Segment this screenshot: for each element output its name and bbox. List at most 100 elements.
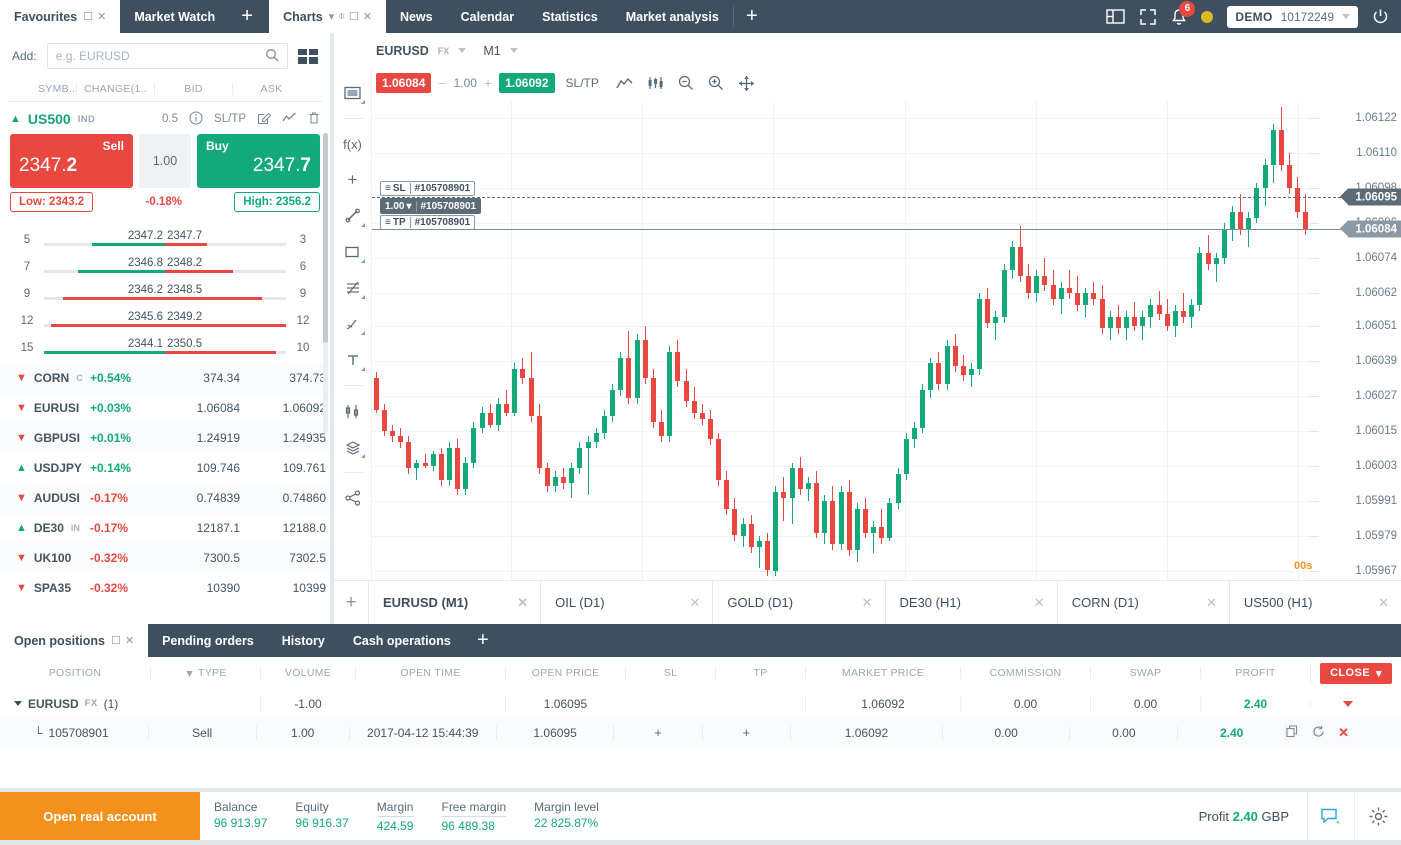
sltp-button[interactable]: SL/TP bbox=[214, 113, 246, 125]
add-sl-icon[interactable]: + bbox=[654, 725, 662, 740]
symbol-bid[interactable]: 109.746 bbox=[152, 461, 240, 475]
text-tool-icon[interactable] bbox=[342, 349, 364, 371]
add-positions-tab-button[interactable]: + bbox=[465, 624, 501, 657]
symbol-bid[interactable]: 374.34 bbox=[152, 371, 240, 385]
settings-gear-icon[interactable] bbox=[1354, 792, 1401, 840]
close-icon[interactable]: ✕ bbox=[363, 10, 372, 23]
sidebar-scrollbar-thumb[interactable] bbox=[323, 133, 328, 343]
list-item[interactable]: ▼EURUSI+0.03%1.060841.06092 bbox=[0, 393, 330, 423]
tp-chip[interactable]: ≡TP #105708901 bbox=[380, 215, 475, 230]
close-icon[interactable]: ✕ bbox=[517, 595, 528, 611]
search-input[interactable] bbox=[56, 49, 265, 63]
close-position-icon[interactable]: ✕ bbox=[1338, 725, 1349, 741]
table-row-group[interactable]: EURUSD FX (1) -1.00 1.06095 1.06092 0.00… bbox=[0, 689, 1401, 718]
symbol-ask[interactable]: 109.761 bbox=[240, 461, 330, 475]
volume-field[interactable]: 1.00 bbox=[139, 134, 191, 188]
tab-cash-operations[interactable]: Cash operations bbox=[339, 624, 465, 657]
delete-icon[interactable] bbox=[308, 111, 320, 128]
symbol-ask[interactable]: 1.24935 bbox=[240, 431, 330, 445]
depth-row[interactable]: 52347.22347.73 bbox=[10, 222, 320, 249]
refresh-icon[interactable] bbox=[1312, 725, 1325, 741]
trendline-icon[interactable] bbox=[342, 205, 364, 227]
table-row-detail[interactable]: └ 105708901 Sell 1.00 2017-04-12 15:44:3… bbox=[0, 718, 1401, 747]
tab-charts[interactable]: Charts ▾ ⌽ ☐ ✕ bbox=[269, 0, 386, 33]
add-chart-button[interactable]: + bbox=[334, 581, 368, 624]
chevron-down-icon[interactable]: ▼ bbox=[16, 372, 27, 384]
timeframe-chevron-down-icon[interactable] bbox=[510, 48, 518, 53]
price-axis[interactable]: 1.061221.061101.060981.060861.060741.060… bbox=[1310, 101, 1401, 588]
chevron-down-icon[interactable]: ▼ bbox=[16, 402, 27, 414]
close-icon[interactable]: ✕ bbox=[862, 595, 873, 611]
chat-icon[interactable] bbox=[1307, 792, 1354, 840]
restore-icon[interactable]: ☐ bbox=[111, 634, 121, 647]
bell-icon[interactable]: 6 bbox=[1171, 8, 1187, 26]
candlestick-icon[interactable] bbox=[647, 76, 664, 90]
chevron-down-icon[interactable]: ▼ bbox=[16, 552, 27, 564]
popout-icon[interactable]: ⌽ bbox=[338, 10, 345, 23]
chart-lot-value[interactable]: 1.00 bbox=[454, 76, 477, 90]
symbol-bid[interactable]: 10390 bbox=[152, 581, 240, 595]
chevron-up-icon[interactable]: ▲ bbox=[16, 522, 27, 534]
close-icon[interactable]: ✕ bbox=[1034, 595, 1045, 611]
symbol-ask[interactable]: 10399 bbox=[240, 581, 330, 595]
chart-tab[interactable]: US500 (H1)✕ bbox=[1229, 581, 1401, 624]
symbol-ask[interactable]: 1.06092 bbox=[240, 401, 330, 415]
chart-sltp-button[interactable]: SL/TP bbox=[566, 76, 599, 90]
line-chart-icon[interactable] bbox=[616, 77, 633, 90]
close-icon[interactable]: ✕ bbox=[1206, 595, 1217, 611]
view-toggle-icon[interactable] bbox=[298, 49, 318, 64]
crosshair-tool-icon[interactable]: + bbox=[342, 169, 364, 191]
chart-icon[interactable] bbox=[282, 111, 297, 128]
current-price-flag[interactable]: 1.06084 bbox=[1348, 221, 1401, 238]
tab-market-analysis[interactable]: Market analysis bbox=[612, 0, 733, 33]
layout-icon[interactable] bbox=[1106, 8, 1125, 25]
chevron-down-icon[interactable]: ▾ bbox=[1376, 667, 1382, 680]
chart-tab[interactable]: DE30 (H1)✕ bbox=[885, 581, 1057, 624]
depth-row[interactable]: 92346.22348.59 bbox=[10, 276, 320, 303]
chart-buy-price[interactable]: 1.06092 bbox=[499, 73, 554, 93]
chart-tab[interactable]: GOLD (D1)✕ bbox=[712, 581, 884, 624]
fibonacci-icon[interactable] bbox=[342, 277, 364, 299]
rectangle-icon[interactable] bbox=[342, 241, 364, 263]
chart-timeframe[interactable]: M1 bbox=[483, 44, 500, 58]
add-panel-button-right[interactable]: + bbox=[734, 0, 770, 33]
volume-decrease-icon[interactable]: − bbox=[438, 75, 446, 91]
symbol-bid[interactable]: 1.24919 bbox=[152, 431, 240, 445]
chevron-down-icon[interactable] bbox=[1342, 14, 1350, 19]
depth-row[interactable]: 152344.12350.510 bbox=[10, 330, 320, 357]
close-all-button[interactable]: CLOSE ▾ bbox=[1320, 663, 1392, 684]
volume-increase-icon[interactable]: + bbox=[484, 75, 492, 91]
filter-icon[interactable]: ▼ bbox=[184, 668, 195, 680]
restore-icon[interactable]: ☐ bbox=[83, 10, 93, 23]
symbol-search-field[interactable] bbox=[47, 43, 288, 69]
symbol-bid[interactable]: 7300.5 bbox=[152, 551, 240, 565]
add-tp-icon[interactable]: + bbox=[743, 725, 751, 740]
list-item[interactable]: ▼GBPUSI+0.01%1.249191.24935 bbox=[0, 423, 330, 453]
symbol-bid[interactable]: 1.06084 bbox=[152, 401, 240, 415]
power-icon[interactable] bbox=[1372, 8, 1389, 25]
candlestick-plot[interactable] bbox=[372, 101, 1310, 588]
restore-icon[interactable]: ☐ bbox=[349, 10, 359, 23]
tab-open-positions[interactable]: Open positions ☐ ✕ bbox=[0, 624, 148, 657]
drawing-icon[interactable] bbox=[342, 313, 364, 335]
detail-tp-cell[interactable]: + bbox=[702, 725, 790, 740]
list-item[interactable]: ▼AUDUSI-0.17%0.748390.74860 bbox=[0, 483, 330, 513]
symbol-ask[interactable]: 374.73 bbox=[240, 371, 330, 385]
close-icon[interactable]: ✕ bbox=[689, 595, 700, 611]
zoom-out-icon[interactable] bbox=[678, 75, 694, 91]
symbol-bid[interactable]: 0.74839 bbox=[152, 491, 240, 505]
close-icon[interactable]: ✕ bbox=[125, 634, 134, 647]
edit-icon[interactable] bbox=[257, 111, 271, 128]
chart-type-icon[interactable] bbox=[342, 82, 364, 104]
order-level-line[interactable] bbox=[372, 197, 1401, 198]
open-real-account-button[interactable]: Open real account bbox=[0, 792, 200, 840]
order-price-flag[interactable]: 1.06095 bbox=[1348, 189, 1401, 206]
symbol-bid[interactable]: 12187.1 bbox=[152, 521, 240, 535]
duplicate-icon[interactable] bbox=[1286, 725, 1299, 741]
depth-row[interactable]: 72346.82348.26 bbox=[10, 249, 320, 276]
account-selector[interactable]: DEMO 10172249 bbox=[1227, 6, 1358, 28]
indicators-fx-icon[interactable]: f(x) bbox=[342, 133, 364, 155]
list-item[interactable]: ▲DE30IN-0.17%12187.112188.0 bbox=[0, 513, 330, 543]
chart-tab[interactable]: OIL (D1)✕ bbox=[540, 581, 712, 624]
depth-row[interactable]: 122345.62349.212 bbox=[10, 303, 320, 330]
